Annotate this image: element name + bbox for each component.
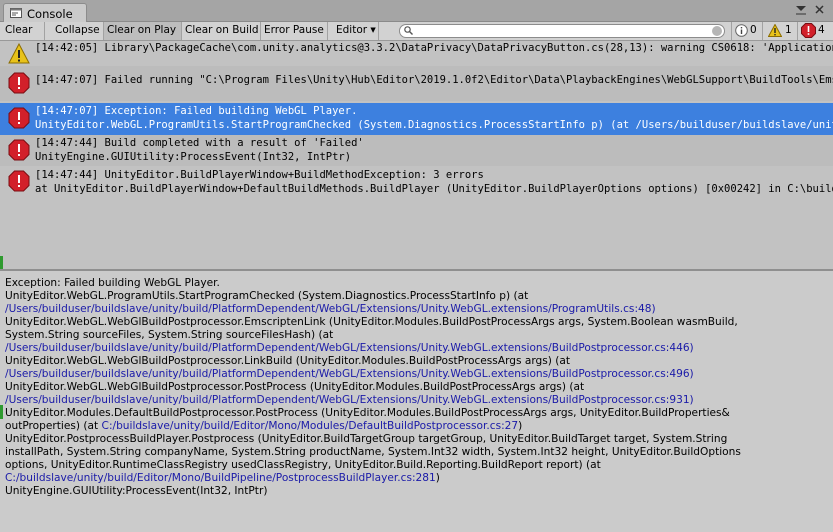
- stacktrace-line: Exception: Failed building WebGL Player.: [5, 277, 220, 289]
- stacktrace-link[interactable]: /Users/builduser/buildslave/unity/build/…: [5, 342, 694, 355]
- info-icon: [735, 24, 748, 37]
- side-accent: [0, 405, 3, 419]
- tab-title: Console: [27, 7, 73, 21]
- collapse-button[interactable]: Collapse: [52, 22, 104, 40]
- stacktrace-line: options, UnityEditor.RuntimeClassRegistr…: [5, 459, 601, 471]
- error-icon: [8, 72, 30, 94]
- stacktrace-line: C:/buildslave/unity/build/Editor/Mono/Bu…: [5, 472, 440, 485]
- warning-icon: [8, 43, 30, 64]
- stacktrace-link[interactable]: C:/buildslave/unity/build/Editor/Mono/Bu…: [5, 472, 436, 484]
- stacktrace-line: UnityEditor.WebGL.WebGlBuildPostprocesso…: [5, 316, 738, 328]
- stacktrace-line: UnityEngine.GUIUtility:ProcessEvent(Int3…: [5, 485, 268, 497]
- log-entry-text: [14:47:07] Exception: Failed building We…: [35, 105, 358, 117]
- stacktrace-link[interactable]: C:/buildslave/unity/build/Editor/Mono/Mo…: [102, 420, 519, 432]
- error-icon: [801, 23, 816, 38]
- search-input[interactable]: [399, 24, 725, 38]
- clear-search-icon[interactable]: [712, 26, 722, 36]
- log-entry-text: [14:47:44] Build completed with a result…: [35, 137, 364, 149]
- log-entry-stack: at UnityEditor.BuildPlayerWindow+Default…: [35, 183, 833, 195]
- search-icon: [404, 26, 413, 35]
- log-entry[interactable]: [14:42:05] Library\PackageCache\com.unit…: [0, 41, 833, 66]
- tab-bar: Console: [0, 0, 833, 22]
- stacktrace-line: UnityEditor.PostprocessBuildPlayer.Postp…: [5, 433, 728, 445]
- console-icon: [10, 8, 22, 18]
- warning-icon: [768, 24, 782, 37]
- stacktrace-line: UnityEditor.WebGL.WebGlBuildPostprocesso…: [5, 381, 585, 393]
- close-icon[interactable]: [815, 5, 824, 14]
- log-entry-stack: UnityEditor.WebGL.ProgramUtils.StartProg…: [35, 119, 833, 131]
- side-accent: [0, 256, 3, 269]
- console-toolbar: Clear Collapse Clear on Play Clear on Bu…: [0, 22, 833, 41]
- warning-count: 1: [785, 24, 792, 36]
- log-count: 0: [750, 24, 757, 36]
- log-entry-stack: UnityEngine.GUIUtility:ProcessEvent(Int3…: [35, 151, 352, 163]
- stacktrace-text: ): [435, 472, 440, 484]
- stacktrace-link[interactable]: /Users/builduser/buildslave/unity/build/…: [5, 394, 694, 407]
- console-window: Console Clear Collapse Clear on Play Cle…: [0, 0, 833, 532]
- stacktrace-line: System.String sourceFiles, System.String…: [5, 329, 334, 341]
- editor-dropdown-label: Editor: [336, 24, 368, 36]
- stacktrace-text: outProperties) (at: [5, 420, 102, 432]
- log-entry-text: [14:42:05] Library\PackageCache\com.unit…: [35, 42, 833, 54]
- stacktrace-text: ): [518, 420, 523, 432]
- log-count-toggle[interactable]: 0: [731, 22, 760, 40]
- stacktrace-line: UnityEditor.WebGL.WebGlBuildPostprocesso…: [5, 355, 571, 367]
- error-pause-toggle[interactable]: Error Pause: [261, 22, 328, 40]
- chevron-down-icon: ▼: [370, 26, 376, 34]
- error-icon: [8, 107, 30, 129]
- editor-dropdown[interactable]: Editor ▼: [333, 22, 379, 40]
- error-icon: [8, 170, 30, 192]
- stacktrace-link[interactable]: /Users/builduser/buildslave/unity/build/…: [5, 368, 694, 381]
- log-entry[interactable]: [14:47:07] Failed running "C:\Program Fi…: [0, 66, 833, 101]
- log-entry[interactable]: [14:47:44] UnityEditor.BuildPlayerWindow…: [0, 166, 833, 198]
- stacktrace-link[interactable]: /Users/builduser/buildslave/unity/build/…: [5, 303, 656, 316]
- stacktrace-line: UnityEditor.Modules.DefaultBuildPostproc…: [5, 407, 730, 419]
- tab-console[interactable]: Console: [3, 3, 87, 22]
- tab-menu-icon[interactable]: [796, 6, 806, 15]
- stacktrace-panel: Exception: Failed building WebGL Player.…: [0, 271, 833, 532]
- stacktrace-line: installPath, System.String companyName, …: [5, 446, 741, 458]
- log-entry-text: [14:47:44] UnityEditor.BuildPlayerWindow…: [35, 169, 484, 181]
- log-entry-selected[interactable]: [14:47:07] Exception: Failed building We…: [0, 103, 833, 135]
- warning-count-toggle[interactable]: 1: [762, 22, 795, 40]
- log-entry[interactable]: [14:47:44] Build completed with a result…: [0, 135, 833, 166]
- stacktrace-line: UnityEditor.WebGL.ProgramUtils.StartProg…: [5, 290, 529, 302]
- clear-on-play-toggle[interactable]: Clear on Play: [104, 22, 182, 40]
- stacktrace-line: outProperties) (at C:/buildslave/unity/b…: [5, 420, 522, 433]
- log-entry-text: [14:47:07] Failed running "C:\Program Fi…: [35, 74, 833, 86]
- error-count: 4: [818, 24, 825, 36]
- error-icon: [8, 139, 30, 161]
- clear-button[interactable]: Clear: [2, 22, 45, 40]
- log-list: [14:42:05] Library\PackageCache\com.unit…: [0, 41, 833, 269]
- error-count-toggle[interactable]: 4: [797, 22, 831, 40]
- clear-on-build-toggle[interactable]: Clear on Build: [182, 22, 261, 40]
